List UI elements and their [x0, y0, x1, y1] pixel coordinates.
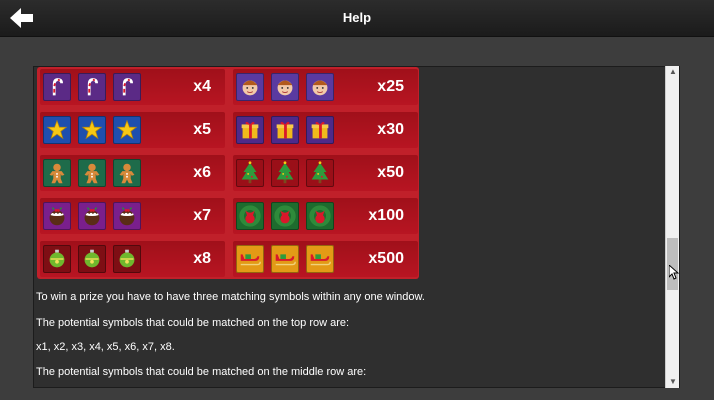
elf-icon [236, 73, 264, 101]
sleigh-icon [306, 245, 334, 273]
top-bar: Help [0, 0, 714, 37]
help-paragraph: To win a prize you have to have three ma… [36, 291, 425, 303]
gift-box-icon [236, 116, 264, 144]
vertical-scrollbar[interactable]: ▲ ▼ [665, 66, 679, 388]
elf-icon [306, 73, 334, 101]
candy-cane-icon [78, 73, 106, 101]
paytable-row: x8 [40, 241, 225, 277]
christmas-pudding-icon [78, 202, 106, 230]
paytable-row: x5 [40, 112, 225, 148]
paytable-row: x100 [233, 198, 418, 234]
bauble-icon [43, 245, 71, 273]
bauble-icon [113, 245, 141, 273]
scroll-thumb[interactable] [667, 238, 678, 290]
christmas-tree-icon [271, 159, 299, 187]
christmas-pudding-icon [113, 202, 141, 230]
paytable-row: x4 [40, 69, 225, 105]
help-paragraph: The potential symbols that could be matc… [36, 317, 350, 329]
wreath-icon [271, 202, 299, 230]
paytable: x4 x5 x6 x7 x8 x25 x30 x50 x100 x500 [37, 67, 419, 279]
paytable-row: x25 [233, 69, 418, 105]
paytable-row: x7 [40, 198, 225, 234]
multiplier-label: x7 [193, 207, 211, 224]
christmas-tree-icon [236, 159, 264, 187]
help-paragraph: The potential symbols that could be matc… [36, 366, 367, 378]
elf-icon [271, 73, 299, 101]
star-icon [43, 116, 71, 144]
mouse-cursor-icon [669, 265, 679, 280]
gingerbread-man-icon [113, 159, 141, 187]
christmas-pudding-icon [43, 202, 71, 230]
christmas-tree-icon [306, 159, 334, 187]
multiplier-label: x8 [193, 250, 211, 267]
paytable-row: x6 [40, 155, 225, 191]
wreath-icon [306, 202, 334, 230]
help-paragraph: x1, x2, x3, x4, x5, x6, x7, x8. [36, 341, 175, 353]
paytable-row: x50 [233, 155, 418, 191]
bauble-icon [78, 245, 106, 273]
gingerbread-man-icon [43, 159, 71, 187]
multiplier-label: x50 [377, 164, 404, 181]
star-icon [113, 116, 141, 144]
gingerbread-man-icon [78, 159, 106, 187]
scroll-down-icon[interactable]: ▼ [666, 376, 680, 388]
candy-cane-icon [113, 73, 141, 101]
gift-box-icon [306, 116, 334, 144]
gift-box-icon [271, 116, 299, 144]
sleigh-icon [271, 245, 299, 273]
paytable-row: x500 [233, 241, 418, 277]
multiplier-label: x25 [377, 78, 404, 95]
sleigh-icon [236, 245, 264, 273]
star-icon [78, 116, 106, 144]
multiplier-label: x6 [193, 164, 211, 181]
paytable-row: x30 [233, 112, 418, 148]
multiplier-label: x100 [368, 207, 404, 224]
multiplier-label: x4 [193, 78, 211, 95]
page-title: Help [342, 10, 372, 25]
candy-cane-icon [43, 73, 71, 101]
wreath-icon [236, 202, 264, 230]
scroll-up-icon[interactable]: ▲ [666, 66, 680, 78]
help-content-panel: x4 x5 x6 x7 x8 x25 x30 x50 x100 x500 To win a pr… [33, 66, 680, 388]
multiplier-label: x5 [193, 121, 211, 138]
multiplier-label: x30 [377, 121, 404, 138]
multiplier-label: x500 [368, 250, 404, 267]
